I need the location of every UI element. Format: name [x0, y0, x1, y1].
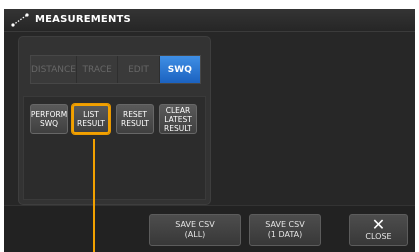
measurements-window: MEASUREMENTS DISTANCE TRACE EDIT SWQ PER…: [4, 9, 415, 252]
swq-action-group: PERFORM SWQ LIST RESULT RESET RESULT CLE…: [23, 96, 206, 200]
tab-trace[interactable]: TRACE: [77, 56, 119, 83]
bottom-bar: SAVE CSV (ALL) SAVE CSV (1 DATA) ✕ CLOSE: [4, 205, 415, 252]
clear-latest-result-button[interactable]: CLEAR LATEST RESULT: [159, 104, 197, 134]
window-title: MEASUREMENTS: [35, 14, 131, 25]
title-bar: MEASUREMENTS: [4, 9, 415, 32]
measure-ruler-icon: [11, 13, 29, 27]
callout-line: [93, 139, 95, 252]
mode-tabs: DISTANCE TRACE EDIT SWQ: [30, 55, 201, 84]
swq-panel: DISTANCE TRACE EDIT SWQ PERFORM SWQ LIST…: [18, 36, 211, 205]
tab-swq[interactable]: SWQ: [159, 56, 200, 83]
reset-result-label: RESET RESULT: [121, 110, 149, 128]
save-csv-all-label: SAVE CSV (ALL): [175, 220, 215, 239]
list-result-button[interactable]: LIST RESULT: [72, 104, 110, 134]
list-result-label: LIST RESULT: [77, 110, 105, 128]
clear-latest-result-label: CLEAR LATEST RESULT: [164, 105, 192, 133]
tab-distance[interactable]: DISTANCE: [31, 56, 77, 83]
save-csv-one-button[interactable]: SAVE CSV (1 DATA): [249, 214, 321, 246]
close-icon: ✕: [371, 215, 386, 234]
close-button[interactable]: ✕ CLOSE: [349, 214, 408, 246]
tab-edit[interactable]: EDIT: [118, 56, 160, 83]
reset-result-button[interactable]: RESET RESULT: [116, 104, 154, 134]
close-label: CLOSE: [365, 232, 392, 241]
save-csv-one-label: SAVE CSV (1 DATA): [265, 220, 305, 239]
save-csv-all-button[interactable]: SAVE CSV (ALL): [149, 214, 241, 246]
perform-swq-button[interactable]: PERFORM SWQ: [30, 104, 68, 134]
perform-swq-label: PERFORM SWQ: [30, 110, 68, 128]
